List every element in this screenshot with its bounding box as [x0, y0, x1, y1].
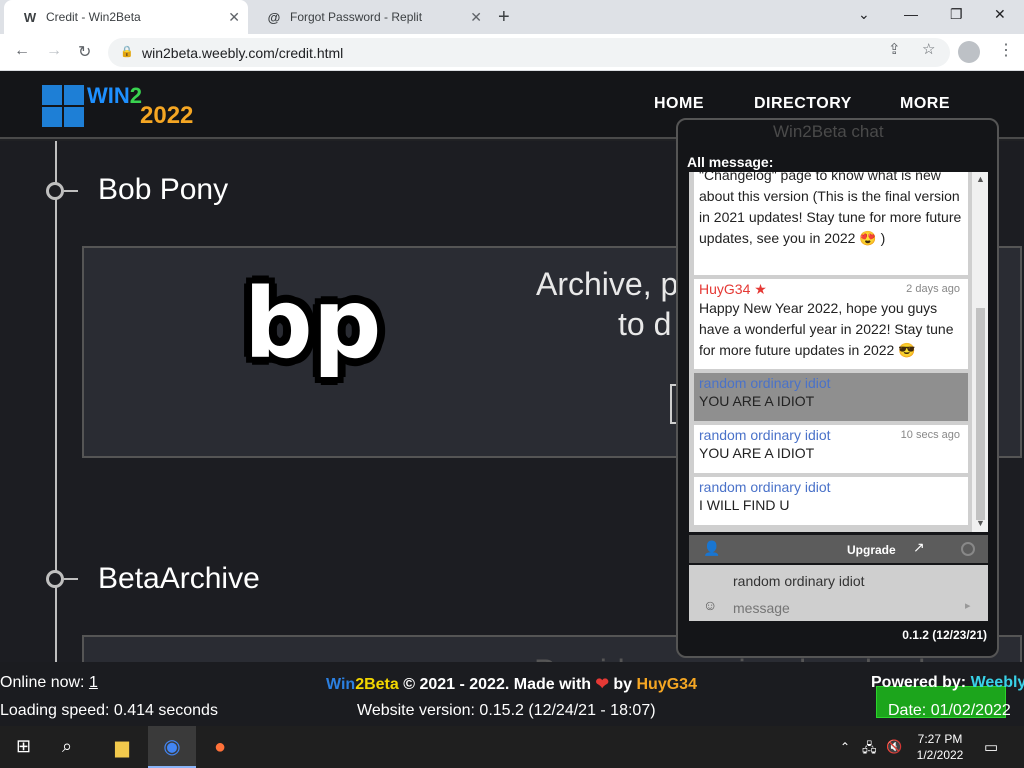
send-icon[interactable]: ▸ — [965, 599, 971, 612]
chat-widget: Win2Beta chat All message: "Changelog" p… — [676, 118, 999, 658]
heart-icon: ❤ — [595, 676, 609, 693]
chat-action-bar: 👤 Upgrade ↗ — [689, 535, 988, 563]
compose-username[interactable]: random ordinary idiot — [733, 573, 865, 589]
replit-favicon-icon: @ — [267, 9, 281, 25]
section-title-bob-pony: Bob Pony — [98, 173, 229, 206]
footer-date: Date: 01/02/2022 — [888, 702, 1011, 719]
powered-by[interactable]: Powered by: Weebly — [871, 674, 1024, 692]
external-link-icon[interactable]: ↗ — [913, 539, 925, 556]
message-time: 10 secs ago — [900, 429, 960, 441]
restore-icon[interactable]: ❐ — [950, 6, 963, 23]
browser-menu-icon[interactable]: ⋮ — [998, 40, 1014, 60]
site-footer: Online now: 1 Win2Beta © 2021 - 2022. Ma… — [0, 662, 1024, 726]
chat-header: All message: — [687, 154, 774, 170]
scroll-thumb[interactable] — [976, 308, 985, 520]
chat-message: "Changelog" page to know what is new abo… — [694, 172, 968, 275]
tab-title: Credit - Win2Beta — [46, 10, 141, 24]
profile-avatar[interactable] — [958, 41, 980, 63]
tab-search-icon[interactable]: ⌄ — [858, 6, 870, 23]
forward-icon[interactable]: → — [46, 42, 62, 60]
lock-icon: 🔒 — [120, 46, 134, 58]
browser-toolbar: ← → ↻ 🔒 win2beta.weebly.com/credit.html … — [0, 34, 1024, 71]
message-text: YOU ARE A IDIOT — [699, 393, 815, 409]
copyright-text: Win2Beta © 2021 - 2022. Made with ❤ by H… — [326, 676, 697, 693]
card-description: Archive, p — [536, 266, 679, 302]
message-time: 2 days ago — [906, 283, 960, 295]
chat-compose: random ordinary idiot ☺ ▸ — [689, 565, 988, 621]
bob-pony-logo: bp — [244, 268, 382, 380]
url-text: win2beta.weebly.com/credit.html — [142, 45, 344, 61]
card-description-line2: to d — [618, 306, 672, 342]
search-icon[interactable]: ⌕ — [62, 736, 72, 757]
file-explorer-icon[interactable]: ▆ — [98, 726, 146, 768]
site-logo-year[interactable]: 2022 — [140, 102, 193, 130]
emoji-icon[interactable]: ☺ — [703, 597, 717, 613]
taskbar-clock[interactable]: 7:27 PM 1/2/2022 — [912, 731, 968, 763]
firefox-icon[interactable]: ● — [196, 726, 244, 768]
site-logo-text[interactable]: WIN2 — [87, 83, 142, 109]
timeline-dot — [46, 570, 64, 588]
upgrade-button[interactable]: Upgrade — [847, 543, 896, 557]
timeline-connector — [64, 190, 78, 192]
chrome-icon[interactable]: ◉ — [148, 726, 196, 768]
message-text: Happy New Year 2022, hope you guys have … — [699, 300, 954, 358]
section-title-betaarchive: BetaArchive — [98, 562, 260, 595]
clock-date: 1/2/2022 — [916, 748, 964, 762]
minimize-icon[interactable]: — — [904, 6, 918, 22]
message-input[interactable] — [733, 600, 953, 616]
windows-taskbar: ⊞ ⌕ ▆ ◉ ● ⌃ 🖧 🔇 7:27 PM 1/2/2022 ▭ — [0, 726, 1024, 768]
message-list[interactable]: "Changelog" page to know what is new abo… — [689, 172, 988, 532]
user-icon[interactable]: 👤 — [703, 540, 720, 557]
nav-directory[interactable]: DIRECTORY — [754, 95, 852, 113]
tab-replit[interactable]: @ Forgot Password - Replit ✕ — [248, 0, 490, 34]
online-count: Online now: 1 — [0, 674, 98, 691]
message-text: YOU ARE A IDIOT — [699, 445, 815, 461]
windows-start-icon[interactable]: ⊞ — [16, 736, 31, 757]
nav-more[interactable]: MORE — [900, 95, 950, 113]
admin-star-icon: ★ — [754, 281, 767, 297]
network-icon[interactable]: 🖧 — [862, 739, 877, 761]
new-tab-icon[interactable]: + — [498, 6, 510, 29]
close-window-icon[interactable]: ✕ — [994, 6, 1006, 23]
message-text: I WILL FIND U — [699, 497, 790, 513]
bookmark-star-icon[interactable]: ☆ — [922, 40, 935, 58]
scroll-down-icon[interactable]: ▼ — [976, 518, 985, 528]
message-scrollbar[interactable]: ▲ ▼ — [972, 172, 988, 532]
message-user[interactable]: random ordinary idiot — [699, 375, 963, 391]
chat-message: random ordinary idiot YOU ARE A IDIOT — [694, 373, 968, 421]
show-hidden-icons-icon[interactable]: ⌃ — [840, 740, 850, 754]
scroll-up-icon[interactable]: ▲ — [976, 174, 985, 184]
chat-message: random ordinary idiot 10 secs ago YOU AR… — [694, 425, 968, 473]
volume-muted-icon[interactable]: 🔇 — [886, 739, 902, 755]
message-text: "Changelog" page to know what is new abo… — [699, 172, 962, 246]
share-icon[interactable]: ⇪ — [888, 40, 901, 58]
loading-speed: Loading speed: 0.414 seconds — [0, 702, 218, 719]
address-bar[interactable]: 🔒 win2beta.weebly.com/credit.html — [108, 38, 950, 67]
timeline-dot — [46, 182, 64, 200]
message-user[interactable]: random ordinary idiot — [699, 479, 963, 495]
clock-time: 7:27 PM — [917, 732, 963, 746]
tab-credit[interactable]: W Credit - Win2Beta ✕ — [4, 0, 248, 34]
tab-title: Forgot Password - Replit — [290, 10, 423, 24]
chat-title: Win2Beta chat — [773, 122, 884, 141]
close-tab-icon[interactable]: ✕ — [228, 9, 240, 26]
website-version: Website version: 0.15.2 (12/24/21 - 18:0… — [357, 702, 656, 719]
notifications-icon[interactable]: ▭ — [984, 738, 998, 756]
timeline-connector — [64, 578, 78, 580]
chat-version: 0.1.2 (12/23/21) — [902, 628, 987, 642]
windows-logo-icon[interactable] — [42, 85, 84, 127]
weebly-favicon-icon: W — [23, 9, 37, 25]
reload-icon[interactable]: ↻ — [78, 42, 91, 62]
close-tab-icon[interactable]: ✕ — [470, 9, 482, 26]
chat-message: random ordinary idiot I WILL FIND U — [694, 477, 968, 525]
chat-message: HuyG34 ★ 2 days ago Happy New Year 2022,… — [694, 279, 968, 369]
browser-tab-bar: W Credit - Win2Beta ✕ @ Forgot Password … — [0, 0, 1024, 34]
nav-home[interactable]: HOME — [654, 95, 704, 113]
back-icon[interactable]: ← — [14, 42, 30, 60]
status-circle-icon[interactable] — [961, 542, 975, 556]
